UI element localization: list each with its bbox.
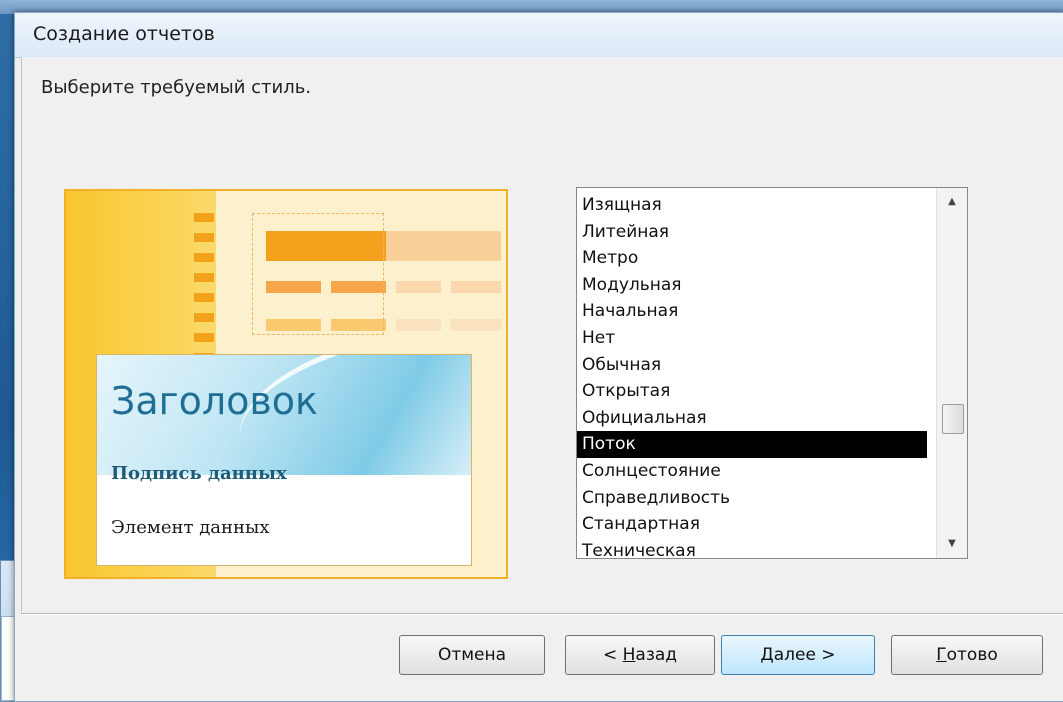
scroll-thumb[interactable] (942, 404, 964, 434)
back-button-accesskey: Н (622, 645, 636, 665)
preview-ring (194, 253, 214, 262)
finish-button[interactable]: Готово (891, 635, 1043, 675)
preview-heading: Заголовок (111, 379, 318, 423)
style-list-item[interactable]: Нет (577, 325, 927, 352)
preview-item: Элемент данных (111, 517, 270, 538)
preview-ring (194, 333, 214, 342)
next-button-accesskey: Д (760, 645, 774, 665)
back-button-prefix: < (602, 645, 623, 665)
back-button[interactable]: < Назад (565, 635, 715, 675)
title-bar: Создание отчетов (15, 13, 1063, 58)
finish-button-label: отово (946, 645, 998, 665)
wizard-body: Выберите требуемый стиль. Заголовок Подп… (21, 57, 1063, 613)
preview-header-bar (386, 231, 501, 261)
scroll-down-arrow-icon[interactable]: ▼ (937, 530, 967, 558)
preview-ring (194, 313, 214, 322)
wizard-prompt: Выберите требуемый стиль. (41, 77, 312, 98)
back-button-label: азад (635, 645, 678, 665)
report-wizard-dialog: Создание отчетов Выберите требуемый стил… (14, 12, 1063, 702)
style-list-item[interactable]: Метро (577, 245, 927, 272)
preview-row-bar (396, 319, 441, 331)
style-list-item[interactable]: Открытая (577, 378, 927, 405)
preview-ring (194, 213, 214, 222)
style-list-item[interactable]: Начальная (577, 298, 927, 325)
style-list-item[interactable]: Стандартная (577, 511, 927, 538)
preview-caption: Подпись данных (111, 463, 287, 484)
style-listbox[interactable]: Изящная Литейная Метро Модульная Начальная Не… (576, 187, 968, 559)
preview-ring (194, 233, 214, 242)
preview-row-bar (451, 281, 501, 293)
preview-card: Заголовок Подпись данных Элемент данных (96, 354, 472, 566)
dialog-title: Создание отчетов (33, 23, 215, 45)
preview-row-bar (451, 319, 501, 331)
style-list-item[interactable]: Техническая (577, 538, 927, 558)
preview-dashed-frame (252, 213, 384, 335)
style-list-item[interactable]: Солнцестояние (577, 458, 927, 485)
cancel-button-label: Отмена (437, 645, 507, 665)
cancel-button[interactable]: Отмена (399, 635, 545, 675)
scroll-up-arrow-icon[interactable]: ▲ (937, 188, 967, 216)
preview-ring (194, 293, 214, 302)
list-scrollbar[interactable]: ▲ ▼ (936, 188, 967, 558)
style-list-item[interactable]: Официальная (577, 405, 927, 432)
style-list-item[interactable]: Обычная (577, 352, 927, 379)
style-list-item[interactable]: Поток (577, 431, 927, 458)
finish-button-accesskey: Г (936, 645, 947, 665)
preview-ring (194, 273, 214, 282)
next-button[interactable]: Далее > (721, 635, 875, 675)
style-preview: Заголовок Подпись данных Элемент данных (64, 189, 508, 579)
preview-row-bar (396, 281, 441, 293)
style-list-item[interactable]: Изящная (577, 192, 927, 219)
style-list-item[interactable]: Литейная (577, 219, 927, 246)
style-list-item[interactable]: Справедливость (577, 485, 927, 512)
style-list-item[interactable]: Модульная (577, 272, 927, 299)
style-list-items: Изящная Литейная Метро Модульная Начальная Не… (577, 192, 927, 558)
footer-separator (21, 613, 1063, 615)
next-button-label: алее > (773, 645, 836, 665)
